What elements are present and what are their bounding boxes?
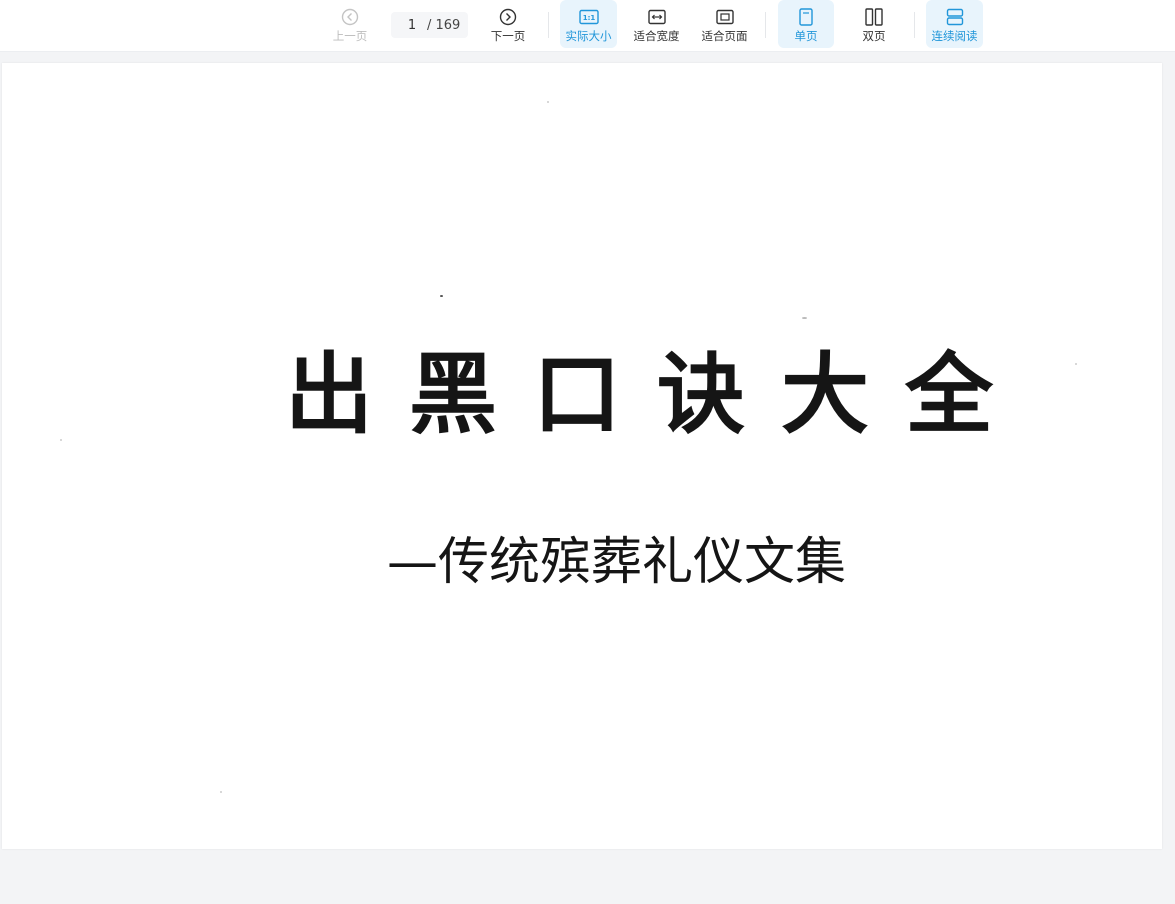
double-page-icon	[864, 7, 884, 27]
document-subtitle: —传统殡葬礼仪文集	[387, 533, 847, 592]
fit-page-button[interactable]: 适合页面	[696, 0, 753, 48]
scan-speck	[547, 101, 549, 103]
prev-page-button[interactable]: 上一页	[322, 0, 378, 48]
fit-width-icon	[647, 7, 667, 27]
actual-size-icon: 1:1	[578, 7, 599, 27]
toolbar-divider	[914, 12, 915, 38]
fit-page-label: 适合页面	[701, 29, 748, 43]
document-page: 出黑口诀大全 —传统殡葬礼仪文集	[2, 63, 1162, 849]
actual-size-button[interactable]: 1:1 实际大小	[560, 0, 617, 48]
scan-speck	[60, 439, 62, 441]
fit-width-label: 适合宽度	[633, 29, 680, 43]
fit-page-icon	[715, 7, 735, 27]
scan-speck	[220, 791, 222, 793]
actual-size-badge: 1:1	[582, 14, 595, 22]
viewer-toolbar: 上一页 / 169 下一页 1:1 实际大小	[0, 0, 1175, 52]
chevron-right-circle-icon	[498, 7, 518, 27]
vertical-scrollbar[interactable]	[1167, 104, 1175, 904]
total-pages: / 169	[427, 17, 461, 33]
page-number-input[interactable]	[397, 17, 427, 33]
single-page-icon	[796, 7, 816, 27]
fit-width-button[interactable]: 适合宽度	[628, 0, 685, 48]
page-indicator: / 169	[391, 12, 468, 38]
document-title: 出黑口诀大全	[285, 343, 1030, 446]
double-page-button[interactable]: 双页	[846, 0, 902, 48]
document-viewport[interactable]: 出黑口诀大全 —传统殡葬礼仪文集	[0, 52, 1175, 904]
continuous-reading-label: 连续阅读	[931, 29, 978, 43]
scan-speck	[802, 317, 807, 319]
chevron-left-circle-icon	[340, 7, 360, 27]
scan-speck	[1075, 363, 1077, 365]
single-page-button[interactable]: 单页	[778, 0, 834, 48]
scan-speck	[440, 295, 443, 297]
next-page-label: 下一页	[490, 29, 526, 43]
prev-page-label: 上一页	[332, 29, 368, 43]
next-page-button[interactable]: 下一页	[480, 0, 536, 48]
continuous-reading-button[interactable]: 连续阅读	[926, 0, 983, 48]
actual-size-label: 实际大小	[565, 29, 612, 43]
toolbar-divider	[548, 12, 549, 38]
continuous-scroll-icon	[945, 7, 965, 27]
double-page-label: 双页	[862, 29, 886, 43]
single-page-label: 单页	[794, 29, 818, 43]
toolbar-divider	[765, 12, 766, 38]
